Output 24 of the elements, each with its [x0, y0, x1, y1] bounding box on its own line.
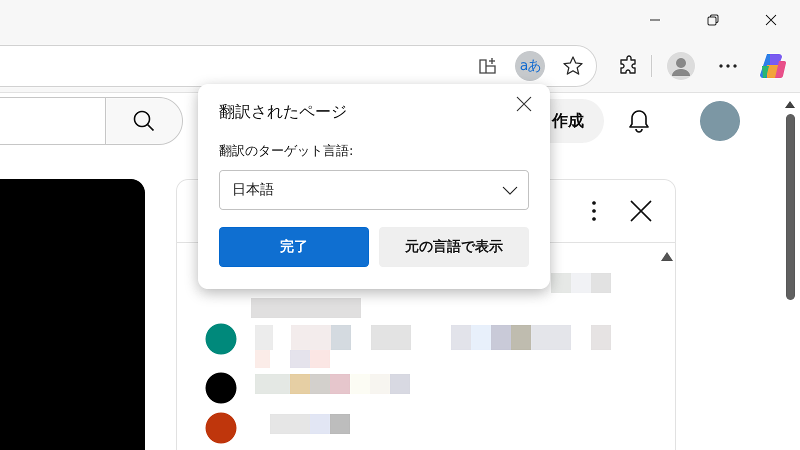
field-label: 翻訳のターゲット言語: [219, 143, 354, 160]
bell-icon[interactable] [628, 109, 650, 133]
close-icon[interactable] [516, 96, 532, 112]
close-icon[interactable] [630, 200, 652, 222]
search-icon [132, 109, 156, 133]
avatar [205, 412, 237, 444]
chevron-down-icon [502, 186, 518, 194]
profile-icon[interactable] [667, 52, 695, 80]
more-icon[interactable] [719, 64, 737, 68]
scrollbar-thumb[interactable] [786, 114, 794, 300]
done-button[interactable]: 完了 [219, 227, 369, 267]
avatar[interactable] [700, 101, 740, 141]
scroll-up-icon[interactable] [785, 101, 795, 108]
avatar [205, 323, 237, 355]
show-original-button[interactable]: 元の言語で表示 [379, 227, 529, 267]
split-screen-icon[interactable] [478, 56, 498, 76]
search-button[interactable] [105, 97, 183, 145]
avatar [205, 372, 237, 404]
more-vertical-icon[interactable] [592, 201, 596, 221]
popup-title: 翻訳されたページ [219, 102, 347, 123]
language-dropdown[interactable]: 日本語 [219, 170, 529, 210]
star-icon[interactable] [562, 55, 584, 77]
scroll-up-icon[interactable] [661, 252, 673, 261]
copilot-icon[interactable] [759, 52, 787, 80]
